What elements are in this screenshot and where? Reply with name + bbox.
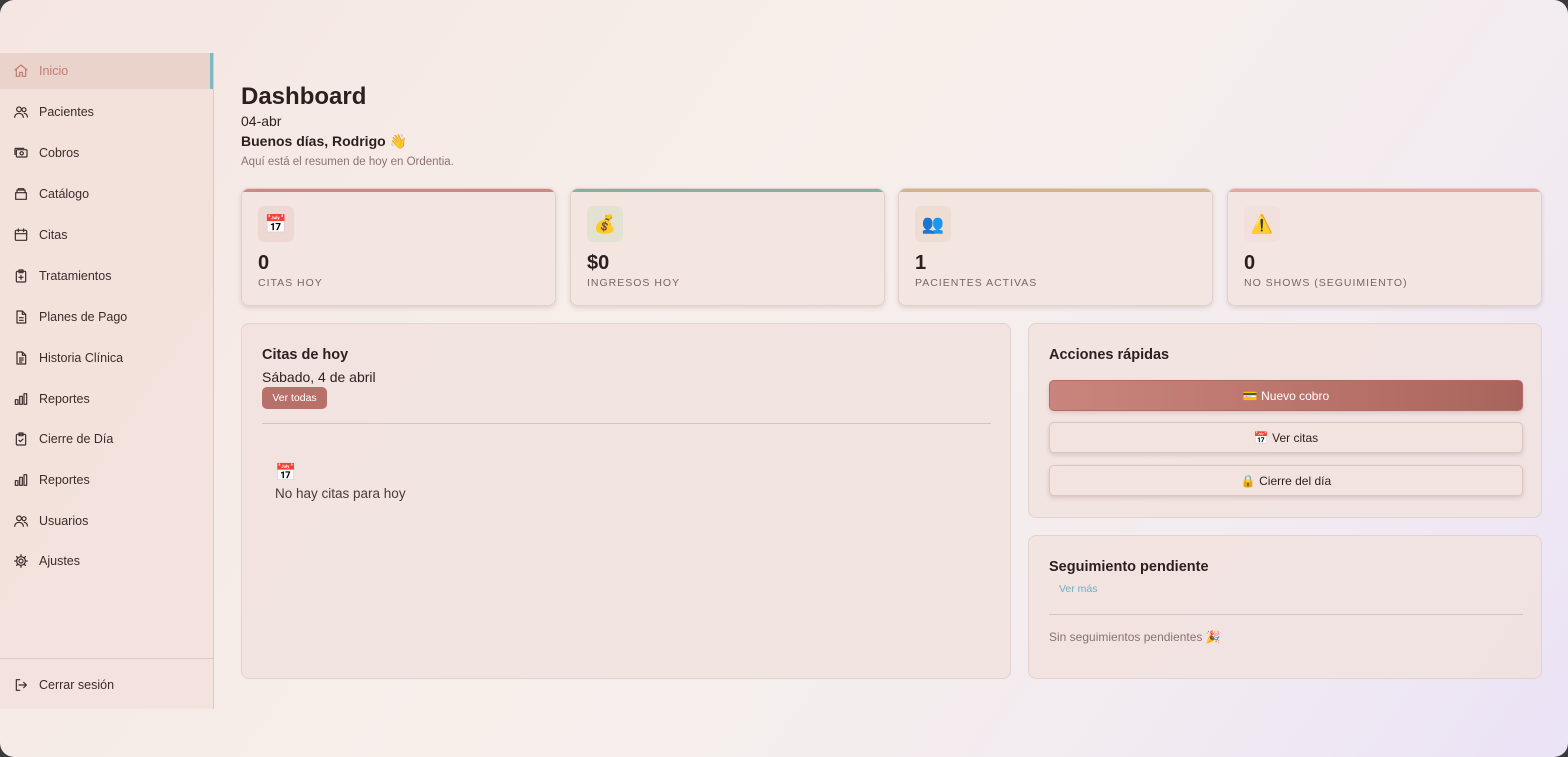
sidebar-item-label: Cobros: [39, 146, 80, 160]
ver-citas-button[interactable]: 📅 Ver citas: [1049, 422, 1523, 453]
sidebar-item-catalogo[interactable]: Catálogo: [0, 176, 213, 212]
stat-label: CITAS HOY: [258, 277, 323, 289]
acciones-panel-title: Acciones rápidas: [1049, 347, 1170, 363]
calendar-icon: [14, 228, 28, 241]
stat-card-ingresos-hoy: 💰 $0 INGRESOS HOY: [570, 188, 885, 306]
ver-mas-link[interactable]: Ver más: [1059, 583, 1098, 595]
sidebar-item-label: Catálogo: [39, 187, 90, 201]
sidebar-item-citas[interactable]: Citas: [0, 217, 213, 253]
sidebar-item-usuarios[interactable]: Usuarios: [0, 503, 213, 539]
clipboard-plus-icon: [15, 269, 27, 283]
sidebar-item-label: Usuarios: [39, 514, 89, 528]
users-icon: [14, 515, 28, 527]
sidebar-item-label: Pacientes: [39, 105, 94, 119]
seguimiento-panel-title: Seguimiento pendiente: [1049, 559, 1209, 575]
cash-icon: [14, 147, 28, 158]
bar-chart-icon: [14, 474, 28, 486]
document-icon: [16, 310, 27, 324]
greeting: Buenos días, Rodrigo 👋: [241, 133, 407, 149]
stat-card-citas-hoy: 📅 0 CITAS HOY: [241, 188, 556, 306]
empty-state-text: Sin seguimientos pendientes 🎉: [1049, 630, 1221, 644]
users-icon: [14, 106, 28, 118]
stat-accent-bar: [1228, 189, 1541, 192]
sidebar-item-cierre-de-dia[interactable]: Cierre de Día: [0, 421, 213, 457]
stat-label: INGRESOS HOY: [587, 277, 681, 289]
stat-accent-bar: [571, 189, 884, 192]
people-icon: 👥: [915, 206, 951, 242]
sidebar-item-reportes[interactable]: Reportes: [0, 381, 213, 417]
document-lines-icon: [16, 351, 27, 365]
nuevo-cobro-button[interactable]: 💳 Nuevo cobro: [1049, 380, 1523, 411]
divider: [262, 423, 991, 424]
stat-value: 0: [258, 252, 270, 274]
stat-label: PACIENTES ACTIVAS: [915, 277, 1038, 289]
acciones-rapidas-panel: Acciones rápidas 💳 Nuevo cobro 📅 Ver cit…: [1028, 323, 1542, 518]
citas-hoy-panel: Citas de hoy Sábado, 4 de abril Ver toda…: [241, 323, 1011, 679]
stat-value: 0: [1244, 252, 1256, 274]
home-icon: [14, 64, 28, 77]
money-bag-icon: 💰: [587, 206, 623, 242]
sidebar-item-tratamientos[interactable]: Tratamientos: [0, 258, 213, 294]
divider: [1049, 614, 1523, 615]
sidebar-item-label: Reportes: [39, 473, 90, 487]
empty-state-text: No hay citas para hoy: [275, 486, 406, 501]
logout-button[interactable]: Cerrar sesión: [0, 667, 213, 703]
sidebar-item-ajustes[interactable]: Ajustes: [0, 543, 213, 579]
clipboard-check-icon: [15, 432, 27, 446]
seguimiento-panel: Seguimiento pendiente Ver más Sin seguim…: [1028, 535, 1542, 679]
logout-label: Cerrar sesión: [39, 678, 115, 692]
warning-icon: ⚠️: [1244, 206, 1280, 242]
page-subtitle: Aquí está el resumen de hoy en Ordentia.: [241, 156, 454, 168]
sidebar-item-label: Reportes: [39, 392, 90, 406]
page-date: 04-abr: [241, 113, 282, 129]
calendar-icon: 📅: [275, 463, 297, 482]
page-title: Dashboard: [241, 83, 367, 110]
stat-value: $0: [587, 252, 610, 274]
sidebar-item-label: Planes de Pago: [39, 310, 128, 324]
stat-label: NO SHOWS (SEGUIMIENTO): [1244, 277, 1408, 289]
sidebar-item-label: Cierre de Día: [39, 432, 114, 446]
sidebar-item-label: Ajustes: [39, 554, 80, 568]
calendar-icon: 📅: [258, 206, 294, 242]
stat-accent-bar: [242, 189, 555, 192]
bar-chart-icon: [14, 393, 28, 405]
sidebar-item-label: Citas: [39, 228, 68, 242]
citas-panel-date: Sábado, 4 de abril: [262, 369, 376, 385]
stat-card-pacientes-activas: 👥 1 PACIENTES ACTIVAS: [898, 188, 1213, 306]
sidebar-item-label: Historia Clínica: [39, 351, 124, 365]
citas-panel-title: Citas de hoy: [262, 347, 349, 363]
stat-card-no-shows: ⚠️ 0 NO SHOWS (SEGUIMIENTO): [1227, 188, 1542, 306]
stat-value: 1: [915, 252, 927, 274]
gear-icon: [14, 554, 28, 568]
sidebar-footer: Cerrar sesión: [0, 658, 213, 709]
sidebar-item-planes-de-pago[interactable]: Planes de Pago: [0, 299, 213, 335]
cierre-del-dia-button[interactable]: 🔒 Cierre del día: [1049, 465, 1523, 496]
logout-icon: [15, 679, 27, 691]
app-window: Inicio Pacientes Cobros Catálogo Citas T…: [0, 0, 1568, 757]
sidebar-item-pacientes[interactable]: Pacientes: [0, 94, 213, 130]
sidebar-item-historia-clinica[interactable]: Historia Clínica: [0, 340, 213, 376]
sidebar: Inicio Pacientes Cobros Catálogo Citas T…: [0, 53, 214, 709]
sidebar-item-label: Inicio: [39, 64, 69, 78]
box-icon: [15, 188, 27, 200]
sidebar-item-inicio[interactable]: Inicio: [0, 53, 213, 89]
stat-accent-bar: [899, 189, 1212, 192]
sidebar-item-label: Tratamientos: [39, 269, 112, 283]
sidebar-item-cobros[interactable]: Cobros: [0, 135, 213, 171]
sidebar-item-reportes-2[interactable]: Reportes: [0, 462, 213, 498]
ver-todas-button[interactable]: Ver todas: [262, 387, 327, 409]
